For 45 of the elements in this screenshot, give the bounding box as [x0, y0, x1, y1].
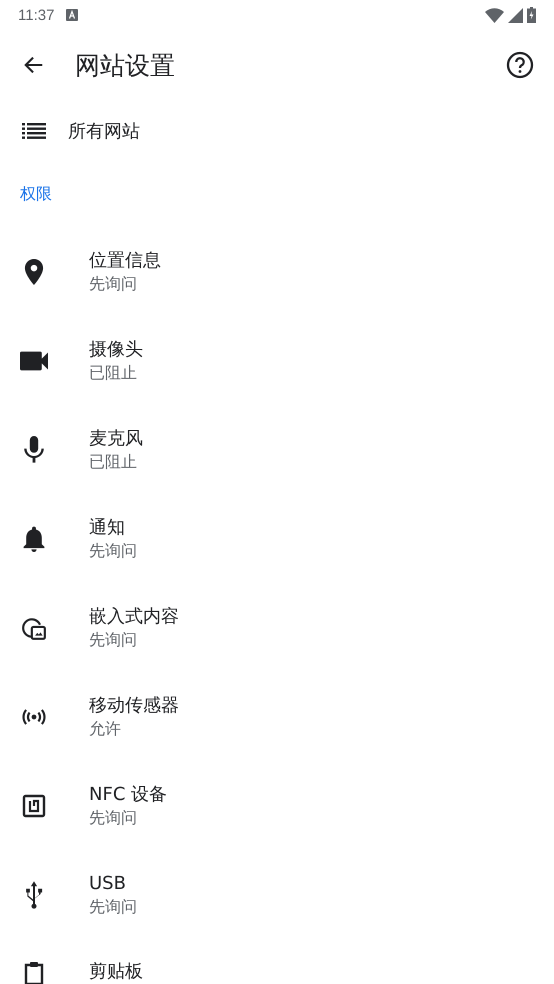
permission-status: 已阻止 — [89, 450, 138, 472]
usb-icon — [24, 880, 44, 908]
help-icon — [506, 51, 534, 79]
bell-icon — [23, 526, 45, 552]
permission-status: 先询问 — [89, 272, 138, 294]
permission-title: 通知 — [89, 516, 126, 540]
permission-item[interactable]: 摄像头 已阻止 — [0, 316, 554, 405]
page-title: 网站设置 — [75, 50, 175, 82]
permission-status: 先询问 — [89, 806, 138, 828]
permission-status: 先询问 — [89, 896, 137, 918]
sensor-waves-icon — [22, 708, 46, 726]
permission-title: 位置信息 — [89, 248, 161, 272]
permission-item[interactable]: 剪贴板 — [0, 939, 554, 984]
permission-title: NFC 设备 — [89, 782, 168, 806]
microphone-icon — [24, 436, 44, 464]
nfc-icon — [22, 794, 46, 818]
back-arrow-icon — [23, 54, 45, 76]
permission-item[interactable]: 嵌入式内容 先询问 — [0, 583, 554, 672]
permission-status: 先询问 — [89, 628, 138, 650]
permission-title: USB — [89, 872, 127, 896]
all-sites-item[interactable]: 所有网站 — [0, 100, 554, 162]
keyboard-notification-icon — [66, 9, 78, 21]
location-pin-icon — [24, 258, 44, 284]
permission-title: 麦克风 — [89, 426, 143, 450]
permission-item[interactable]: NFC 设备 先询问 — [0, 761, 554, 850]
permission-title: 剪贴板 — [89, 960, 143, 984]
video-camera-icon — [20, 350, 48, 370]
permission-item[interactable]: 位置信息 先询问 — [0, 227, 554, 316]
permission-item[interactable]: 通知 先询问 — [0, 494, 554, 583]
wifi-icon — [485, 8, 504, 22]
permission-status: 先询问 — [89, 540, 137, 562]
permission-title: 嵌入式内容 — [89, 604, 179, 628]
section-header: 权限 — [20, 184, 52, 205]
permission-item[interactable]: 麦克风 已阻止 — [0, 405, 554, 494]
permission-title: 移动传感器 — [89, 694, 179, 718]
list-icon — [22, 123, 46, 139]
permission-item[interactable]: USB 先询问 — [0, 850, 554, 939]
permission-status: 已阻止 — [89, 362, 138, 384]
permission-item[interactable]: 移动传感器 允许 — [0, 672, 554, 761]
battery-icon — [527, 7, 536, 23]
clipboard-icon — [22, 960, 46, 984]
status-time: 11:37 — [18, 6, 54, 24]
signal-icon — [508, 8, 523, 22]
permission-title: 摄像头 — [89, 338, 143, 362]
permission-status: 允许 — [89, 718, 122, 740]
